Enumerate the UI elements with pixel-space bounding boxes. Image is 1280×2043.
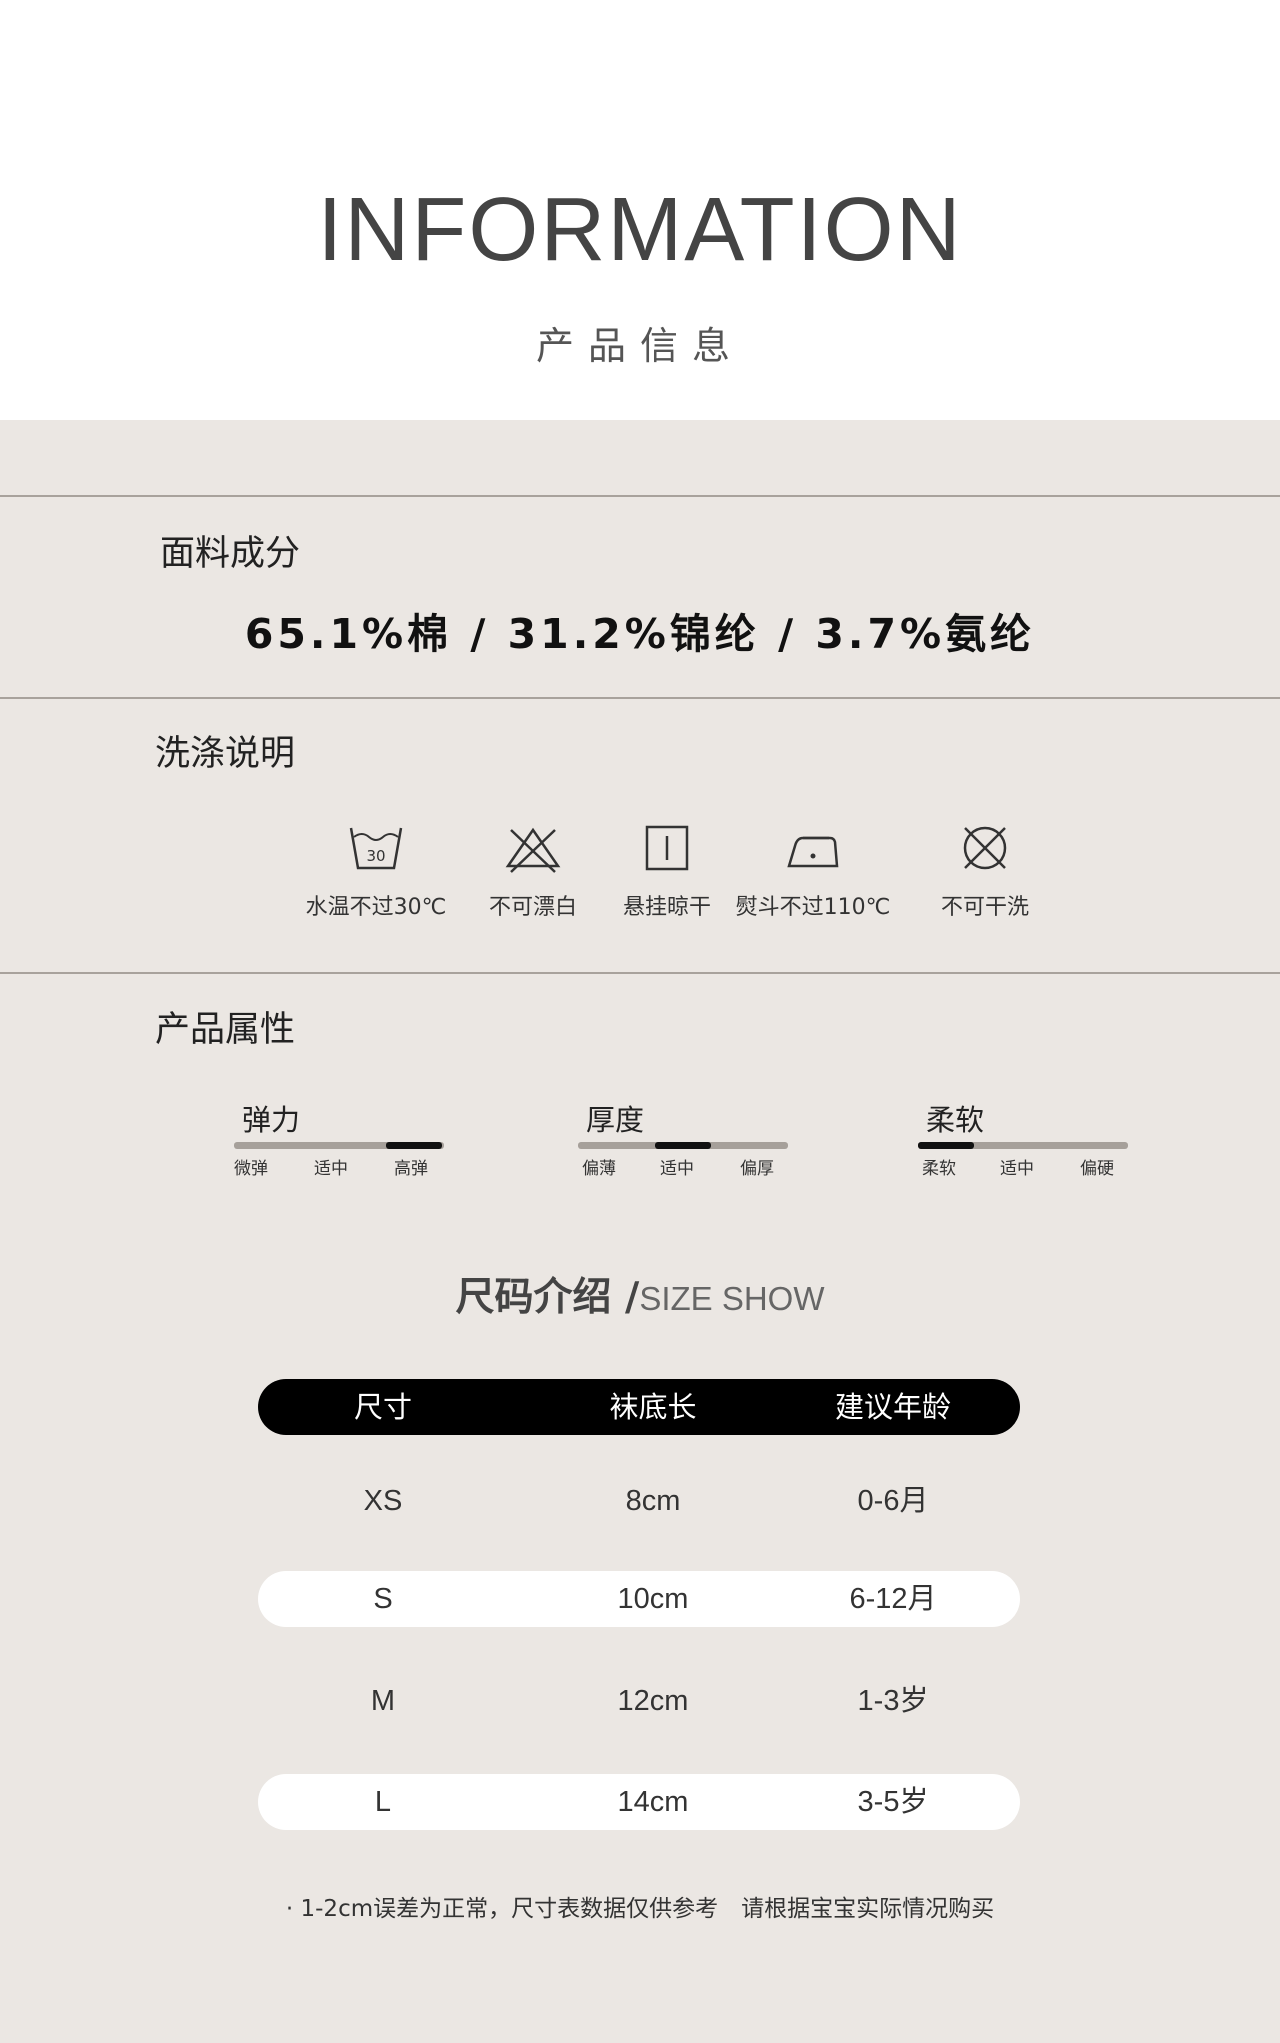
table-cell: 0-6月: [857, 1485, 929, 1517]
section-divider: [0, 972, 1280, 974]
attributes-section-title: 产品属性: [155, 1010, 296, 1050]
table-row: M 12cm 1-3岁: [258, 1673, 1020, 1729]
attribute-bar: [234, 1142, 444, 1149]
size-chart-title-en: SIZE SHOW: [639, 1280, 825, 1317]
size-table-header-cell: 建议年龄: [834, 1390, 951, 1424]
attribute-name: 厚度: [586, 1103, 645, 1137]
attribute-bar-fill: [918, 1142, 974, 1149]
table-cell: 3-5岁: [857, 1786, 929, 1818]
care-label-wash: 水温不过30℃: [305, 895, 447, 920]
attribute-level: 柔软: [922, 1159, 956, 1179]
attribute-level: 偏薄: [582, 1159, 616, 1179]
size-table-header-cell: 袜底长: [609, 1390, 697, 1424]
table-row: XS 8cm 0-6月: [258, 1473, 1020, 1529]
fabric-section-title: 面料成分: [160, 534, 301, 574]
section-divider: [0, 697, 1280, 699]
care-item-dryclean: 不可干洗: [900, 822, 1070, 922]
table-row: S 10cm 6-12月: [258, 1571, 1020, 1627]
table-cell: 1-3岁: [857, 1685, 929, 1717]
table-cell: 12cm: [617, 1685, 689, 1717]
size-chart-heading: 尺码介绍 /SIZE SHOW: [0, 1270, 1280, 1333]
table-cell: 6-12月: [849, 1583, 937, 1615]
care-label-hang: 悬挂晾干: [622, 895, 711, 920]
section-divider: [0, 495, 1280, 497]
care-label-dryclean: 不可干洗: [940, 895, 1029, 920]
attribute-level: 高弹: [394, 1159, 428, 1179]
table-cell: 8cm: [625, 1485, 681, 1517]
no-bleach-icon: [505, 827, 561, 873]
care-item-wash: 30 水温不过30℃: [291, 822, 461, 922]
care-label-iron: 熨斗不过110℃: [735, 895, 891, 920]
hang-dry-icon: [645, 825, 689, 871]
attribute-name: 柔软: [926, 1103, 985, 1137]
attribute-level: 适中: [660, 1159, 694, 1179]
attribute-bar: [578, 1142, 788, 1149]
attribute-level: 微弹: [234, 1159, 268, 1179]
size-chart-title-cn: 尺码介绍 /: [455, 1275, 640, 1320]
page-subtitle: 产品信息: [535, 324, 744, 368]
attribute-name: 弹力: [242, 1103, 301, 1137]
attribute-bar-fill: [386, 1142, 442, 1149]
table-cell: 14cm: [617, 1786, 689, 1818]
size-table-header: 尺寸 袜底长 建议年龄: [258, 1379, 1020, 1435]
table-cell: S: [373, 1583, 393, 1615]
no-dry-clean-icon: [963, 826, 1007, 870]
page-title: INFORMATION: [317, 180, 963, 280]
attribute-level: 偏厚: [740, 1159, 774, 1179]
size-table-header-cell: 尺寸: [353, 1390, 412, 1424]
table-row: L 14cm 3-5岁: [258, 1774, 1020, 1830]
care-section-title: 洗涤说明: [155, 734, 296, 774]
care-item-hang: 悬挂晾干: [582, 822, 752, 922]
table-cell: XS: [363, 1485, 403, 1517]
attribute-level: 适中: [314, 1159, 348, 1179]
attribute-bar: [918, 1142, 1128, 1149]
svg-text:30: 30: [366, 847, 385, 865]
table-cell: L: [374, 1786, 392, 1818]
attribute-level: 偏硬: [1080, 1159, 1114, 1179]
table-cell: M: [370, 1685, 396, 1717]
attribute-bar-fill: [655, 1142, 711, 1149]
iron-icon: [787, 836, 839, 868]
care-item-iron: 熨斗不过110℃: [728, 822, 898, 922]
wash-30-icon: 30: [349, 827, 403, 870]
fabric-composition: 65.1%棉 / 31.2%锦纶 / 3.7%氨纶: [244, 610, 1036, 658]
hero-header: INFORMATION 产品信息: [0, 0, 1280, 420]
table-cell: 10cm: [617, 1583, 689, 1615]
attribute-level: 适中: [1000, 1159, 1034, 1179]
size-chart-note: · 1-2cm误差为正常，尺寸表数据仅供参考 请根据宝宝实际情况购买: [285, 1896, 995, 1922]
